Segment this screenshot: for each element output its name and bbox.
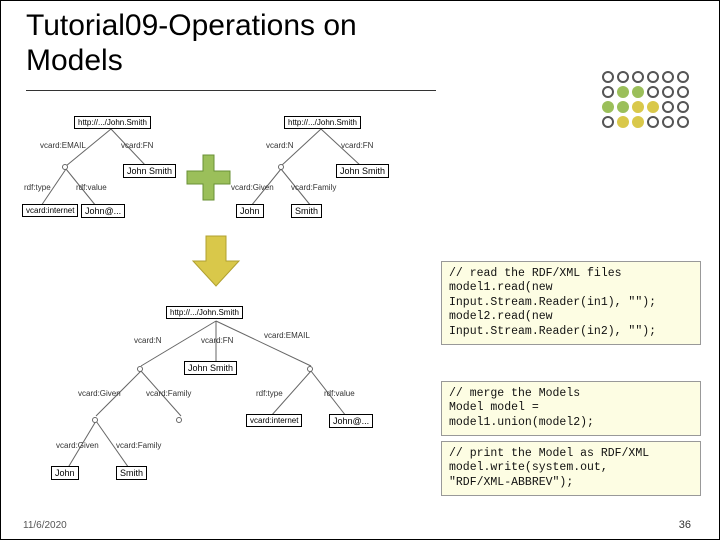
family-value-m: Smith [116,466,147,480]
code-snippet-read: // read the RDF/XML files model1.read(ne… [441,261,701,345]
bnode-email-merged [307,366,313,372]
bnode-n-merged [137,366,143,372]
edge-vcard-fn-right: vcard:FN [341,141,373,150]
plus-icon [181,151,236,206]
code-snippet-write: // print the Model as RDF/XML model.writ… [441,441,701,496]
bnode-name [278,164,284,170]
edge-vcard-family-m: vcard:Family [146,389,191,398]
bnode-email [62,164,68,170]
edge-vcard-n: vcard:N [266,141,294,150]
title-underline [26,90,436,91]
edge-vcard-fn-m: vcard:FN [201,336,233,345]
resource-uri-right: http://.../John.Smith [284,116,361,129]
arrow-down-icon [191,231,241,291]
edge-rdf-type: rdf:type [24,183,51,192]
footer-date: 11/6/2020 [23,520,67,531]
edge-vcard-given: vcard:Given [231,183,274,192]
page-number: 36 [679,519,691,531]
edge-vcard-email: vcard:EMAIL [40,141,86,150]
resource-uri-left: http://.../John.Smith [74,116,151,129]
edge-rdf-value: rdf:value [76,183,107,192]
edge-vcard-fn-left: vcard:FN [121,141,153,150]
page-title: Tutorial09-Operations on Models [26,9,386,78]
edge-vcard-n-m: vcard:N [134,336,162,345]
resource-uri-merged: http://.../John.Smith [166,306,243,319]
edge-family-leaf: vcard:Family [116,441,161,450]
edge-vcard-email-m: vcard:EMAIL [264,331,310,340]
bnode-family-m [176,417,182,423]
decorative-dots [602,71,689,128]
email-value-m: John@... [329,414,373,428]
fn-value-merged: John Smith [184,361,237,375]
given-value-right: John [236,204,264,218]
fn-value-right: John Smith [336,164,389,178]
fn-value-left: John Smith [123,164,176,178]
edge-vcard-given-m: vcard:Given [78,389,121,398]
email-value-left: John@... [81,204,125,218]
edge-vcard-family: vcard:Family [291,183,336,192]
rdf-graphs-diagram: http://.../John.Smith vcard:EMAIL vcard:… [26,111,436,511]
bnode-given-m [92,417,98,423]
edge-rdf-value-m: rdf:value [324,389,355,398]
vcard-internet-m: vcard:internet [246,414,302,427]
edge-rdf-type-m: rdf:type [256,389,283,398]
edge-given-leaf: vcard:Given [56,441,99,450]
code-snippet-union: // merge the Models Model model = model1… [441,381,701,436]
given-value-m: John [51,466,79,480]
vcard-internet-left: vcard:internet [22,204,78,217]
family-value-right: Smith [291,204,322,218]
